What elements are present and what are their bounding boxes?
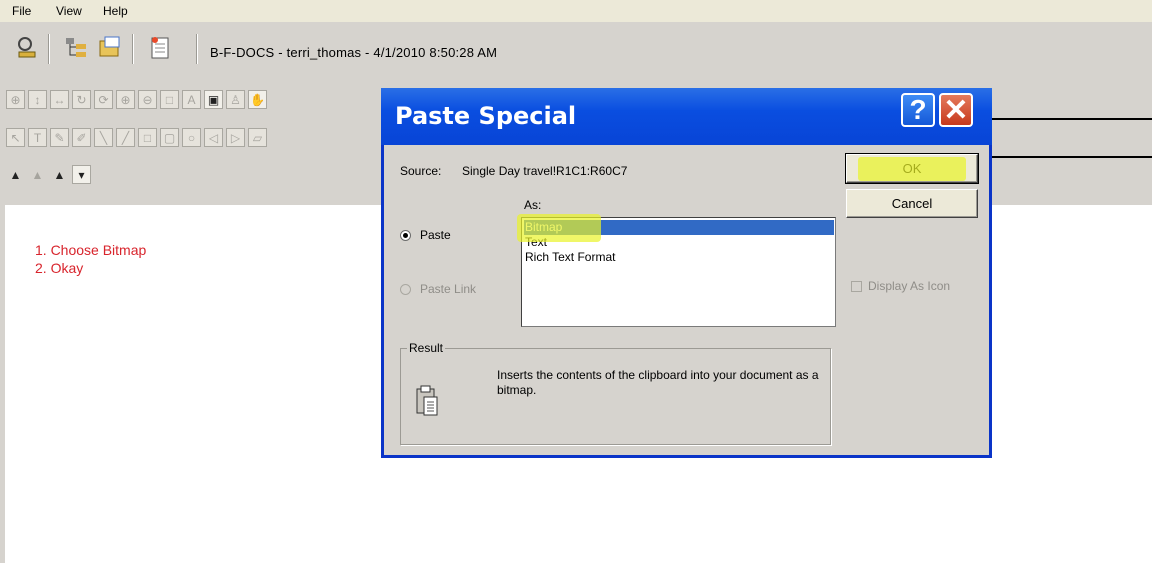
line-color-icon[interactable]: ▲ [50, 165, 69, 184]
pointer-icon[interactable]: ↖ [6, 128, 25, 147]
instruction-step-2: 2. Okay [35, 260, 84, 276]
doc-line-top [990, 118, 1152, 120]
text-box-icon[interactable]: T [28, 128, 47, 147]
line-icon[interactable]: ╲ [94, 128, 113, 147]
dialog-title: Paste Special [395, 102, 577, 130]
instruction-step-1: 1. Choose Bitmap [35, 242, 147, 258]
eraser-icon[interactable]: ▱ [248, 128, 267, 147]
cancel-button-label: Cancel [891, 196, 933, 211]
menu-help[interactable]: Help [103, 4, 128, 18]
display-as-icon-label: Display As Icon [868, 279, 951, 293]
menu-bar: File View Help [0, 0, 1152, 22]
paste-label[interactable]: Paste [420, 228, 451, 242]
paste-link-label: Paste Link [420, 282, 477, 296]
paste-link-radio [400, 284, 411, 295]
clipboard-icon [415, 385, 439, 420]
note-icon[interactable]: □ [160, 90, 179, 109]
stamp-icon[interactable]: ♙ [226, 90, 245, 109]
result-description: Inserts the contents of the clipboard in… [497, 368, 819, 397]
fit-height-icon[interactable]: ↕ [28, 90, 47, 109]
zoom-in-icon[interactable]: ⊕ [116, 90, 135, 109]
highlighter-icon[interactable]: ✎ [50, 128, 69, 147]
pan-icon[interactable]: ⊕ [6, 90, 25, 109]
help-button[interactable]: ? [901, 93, 935, 127]
paste-radio[interactable] [400, 230, 411, 241]
rectangle-icon[interactable]: □ [138, 128, 157, 147]
menu-file[interactable]: File [12, 4, 31, 18]
tree-view-icon[interactable] [62, 32, 90, 64]
new-document-icon[interactable] [146, 32, 174, 64]
polygon-icon[interactable]: ▷ [226, 128, 245, 147]
cancel-button[interactable]: Cancel [846, 189, 978, 218]
result-label: Result [407, 341, 446, 355]
refresh-icon[interactable]: ⟳ [94, 90, 113, 109]
rounded-rect-icon[interactable]: ▢ [160, 128, 179, 147]
fill-icon[interactable]: ▲ [6, 165, 25, 184]
login-key-icon[interactable] [14, 32, 42, 64]
dialog-titlebar[interactable]: Paste Special ? ✕ [381, 88, 992, 145]
polyline-icon[interactable]: ◁ [204, 128, 223, 147]
pen-icon[interactable]: ✐ [72, 128, 91, 147]
chevron-down-icon[interactable]: ▾ [72, 165, 91, 184]
display-as-icon-checkbox [851, 281, 862, 292]
zoom-out-icon[interactable]: ⊖ [138, 90, 157, 109]
bitmap-highlight [517, 214, 601, 242]
source-label: Source: [400, 164, 442, 178]
document-title: B-F-DOCS - terri_thomas - 4/1/2010 8:50:… [210, 45, 498, 60]
find-binoculars-icon[interactable]: ▣ [204, 90, 223, 109]
doc-line-bottom [990, 156, 1152, 158]
fit-width-icon[interactable]: ↔ [50, 90, 69, 109]
source-value: Single Day travel!R1C1:R60C7 [462, 164, 628, 178]
paste-special-dialog: Paste Special ? ✕ Source: Single Day tra… [381, 88, 992, 458]
close-button[interactable]: ✕ [939, 93, 973, 127]
as-label: As: [524, 198, 542, 212]
menu-view[interactable]: View [56, 4, 82, 18]
ok-highlight [858, 157, 966, 181]
format-item-rich-text[interactable]: Rich Text Format [524, 250, 834, 265]
ellipse-icon[interactable]: ○ [182, 128, 201, 147]
hand-icon[interactable]: ✋ [248, 90, 267, 109]
fill-disabled-icon[interactable]: ▲ [28, 165, 47, 184]
arrow-line-icon[interactable]: ╱ [116, 128, 135, 147]
rotate-icon[interactable]: ↻ [72, 90, 91, 109]
text-icon[interactable]: A [182, 90, 201, 109]
folders-icon[interactable] [96, 32, 124, 64]
